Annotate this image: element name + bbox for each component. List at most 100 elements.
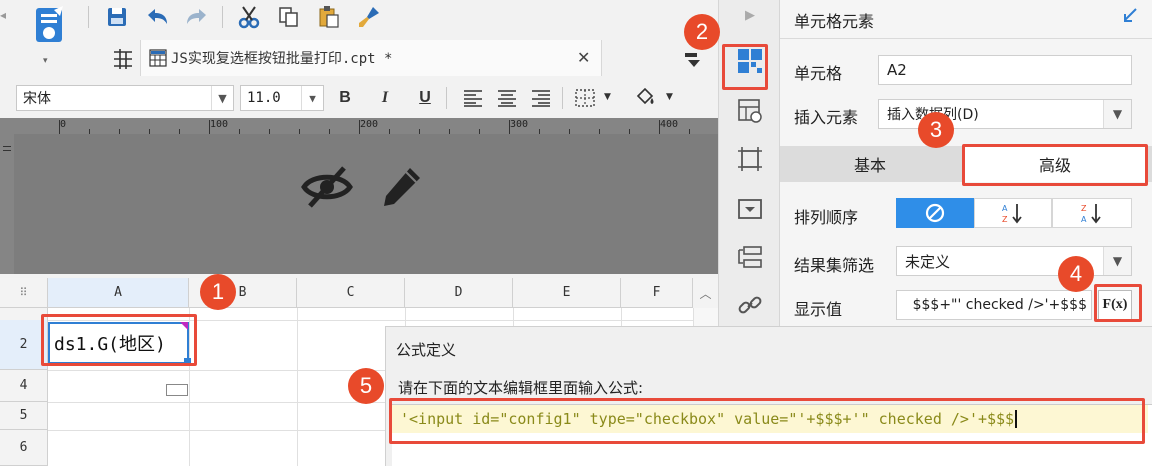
no-sort-icon: [925, 203, 945, 223]
sort-none-button[interactable]: [896, 198, 974, 228]
chevron-down-icon: ▼: [301, 86, 323, 110]
display-value-input[interactable]: $$$+"' checked />'+$$$: [896, 290, 1092, 320]
cell-label: 单元格: [794, 64, 843, 83]
ruler-mark: 100: [210, 119, 229, 130]
sort-descending-button[interactable]: ZA: [1052, 198, 1132, 228]
condition-icon[interactable]: [735, 242, 765, 272]
cell-input[interactable]: A2: [878, 55, 1132, 85]
border-dropdown-icon[interactable]: ▼: [604, 92, 611, 102]
cell-attribute-icon[interactable]: [735, 96, 765, 126]
highlight-cell-element: [722, 44, 768, 90]
align-left-icon[interactable]: [460, 85, 486, 111]
horizontal-ruler: 0 100 200 300 400: [14, 118, 720, 134]
select-all-corner[interactable]: ⠿: [0, 278, 48, 308]
callout-badge: 3: [918, 112, 954, 148]
align-right-icon[interactable]: [528, 85, 554, 111]
toolbar-separator: [222, 6, 223, 28]
hyperlink-icon[interactable]: [735, 290, 765, 320]
hide-icon[interactable]: [300, 164, 354, 210]
undo-icon[interactable]: [144, 4, 170, 30]
column-header[interactable]: D: [405, 278, 513, 308]
dialog-title: 公式定义: [396, 341, 457, 359]
result-filter-select[interactable]: 未定义 ▼: [896, 246, 1132, 276]
callout-badge: 4: [1058, 256, 1094, 292]
chevron-down-icon: ▼: [211, 86, 233, 110]
format-bar: 宋体 ▼ 11.0 ▼ B I U ▼ ▼: [0, 80, 718, 116]
widget-icon[interactable]: [735, 194, 765, 224]
insert-element-label: 插入元素: [794, 108, 859, 127]
app-logo-icon[interactable]: [30, 6, 68, 48]
font-name-value: 宋体: [23, 91, 51, 107]
bold-button[interactable]: B: [332, 85, 358, 111]
italic-button[interactable]: I: [372, 85, 398, 111]
grid-line: [297, 308, 298, 466]
panel-collapse-icon[interactable]: [1120, 6, 1140, 26]
cut-icon[interactable]: [236, 4, 262, 30]
ruler-mark: 300: [510, 119, 529, 130]
column-header[interactable]: C: [297, 278, 405, 308]
row-header[interactable]: 5: [0, 402, 48, 430]
font-name-select[interactable]: 宋体 ▼: [16, 85, 234, 111]
sort-ascending-button[interactable]: AZ: [974, 198, 1052, 228]
align-center-icon[interactable]: [494, 85, 520, 111]
row-header[interactable]: 6: [0, 430, 48, 466]
display-value-text: $$$+"' checked />'+$$$: [912, 297, 1087, 313]
chevron-down-icon: ▼: [1103, 100, 1131, 128]
format-painter-icon[interactable]: [356, 4, 382, 30]
report-file-icon: [149, 49, 167, 67]
frame-icon[interactable]: [735, 144, 765, 174]
tab-document[interactable]: JS实现复选框按钮批量打印.cpt * ✕: [140, 40, 602, 76]
ruler-mark: 200: [360, 119, 379, 130]
column-header[interactable]: E: [513, 278, 621, 308]
font-size-value: 11.0: [247, 90, 281, 106]
callout-badge: 2: [684, 14, 720, 50]
copy-icon[interactable]: [276, 4, 302, 30]
canvas-overlay: [14, 134, 718, 274]
dialog-hint: 请在下面的文本编辑框里面输入公式:: [398, 379, 644, 397]
toolbar-separator: [446, 87, 447, 109]
fill-dropdown-icon[interactable]: ▼: [666, 92, 673, 102]
toolbar-separator: [88, 6, 89, 28]
callout-badge: 5: [348, 368, 384, 404]
border-icon[interactable]: [572, 85, 598, 111]
sort-descending-icon: ZA: [1081, 204, 1101, 224]
chevron-down-icon: ▼: [1103, 247, 1131, 275]
result-filter-value: 未定义: [905, 252, 951, 271]
save-icon[interactable]: [104, 4, 130, 30]
result-filter-label: 结果集筛选: [794, 256, 875, 275]
fill-color-icon[interactable]: [632, 85, 658, 111]
svg-text:A: A: [1081, 215, 1087, 224]
insert-element-select[interactable]: 插入数据列(D) ▼: [878, 99, 1132, 129]
column-header[interactable]: F: [621, 278, 693, 308]
paste-icon[interactable]: [316, 4, 342, 30]
svg-text:Z: Z: [1002, 215, 1008, 224]
logo-dropdown-icon[interactable]: ▾: [43, 56, 48, 66]
underline-button[interactable]: U: [412, 85, 438, 111]
edit-pencil-icon[interactable]: [380, 164, 424, 210]
column-header[interactable]: A: [48, 278, 189, 308]
comment-icon: [166, 384, 188, 396]
vertical-ruler: [0, 118, 14, 274]
ruler-mark: 0: [60, 119, 67, 130]
close-tab-icon[interactable]: ✕: [577, 48, 590, 67]
cell-input-value: A2: [887, 61, 907, 79]
redo-icon[interactable]: [184, 4, 210, 30]
scroll-up-icon[interactable]: ︿: [693, 278, 718, 308]
font-size-select[interactable]: 11.0 ▼: [240, 85, 324, 111]
sort-order-label: 排列顺序: [794, 208, 859, 227]
collapse-arrow-icon[interactable]: ▶: [745, 8, 755, 23]
sheet-grid-icon[interactable]: [112, 48, 134, 70]
tab-menu-icon[interactable]: [684, 50, 702, 68]
formula-dialog: 公式定义 请在下面的文本编辑框里面输入公式: '<input id="confi…: [385, 326, 1152, 466]
toolbar-separator: [562, 87, 563, 109]
svg-text:Z: Z: [1081, 204, 1087, 213]
tab-basic-label: 基本: [853, 156, 886, 175]
scroll-left-icon[interactable]: ◂: [0, 8, 8, 26]
sort-ascending-icon: AZ: [1002, 204, 1022, 224]
callout-badge: 1: [200, 274, 236, 310]
tab-basic[interactable]: 基本: [780, 146, 960, 182]
panel-title: 单元格元素: [794, 12, 875, 31]
row-header[interactable]: 4: [0, 370, 48, 402]
highlight-formula-button: [1094, 284, 1142, 322]
svg-text:A: A: [1002, 204, 1008, 213]
